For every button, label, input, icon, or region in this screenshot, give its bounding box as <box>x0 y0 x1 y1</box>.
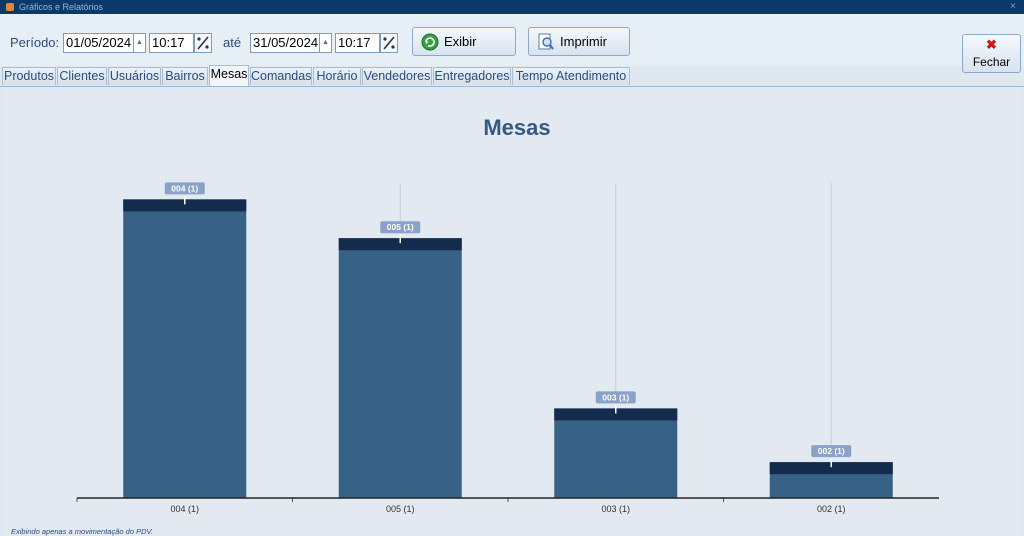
end-time-clock-icon[interactable] <box>380 33 398 53</box>
tab-mesas[interactable]: Mesas <box>209 65 249 86</box>
data-label: 002 (1) <box>818 446 845 456</box>
tab-bairros[interactable]: Bairros <box>162 67 208 85</box>
bar <box>554 408 678 498</box>
start-time-field[interactable]: 10:17 <box>149 33 194 53</box>
periodo-label: Período: <box>10 35 60 50</box>
x-tick-label: 002 (1) <box>817 504 846 514</box>
x-tick-label: 005 (1) <box>386 504 415 514</box>
imprimir-label: Imprimir <box>560 34 607 49</box>
print-preview-icon <box>537 33 555 51</box>
tab-clientes[interactable]: Clientes <box>57 67 107 85</box>
tab-entregadores[interactable]: Entregadores <box>433 67 511 85</box>
ate-label: até <box>223 35 242 50</box>
start-time-clock-icon[interactable] <box>194 33 212 53</box>
tab-tempo-atendimento[interactable]: Tempo Atendimento <box>512 67 630 85</box>
x-tick-label: 003 (1) <box>601 504 630 514</box>
footer-note: Exibindo apenas a movimentação do PDV. <box>11 527 154 536</box>
toolbar: Período: 01/05/2024 ▲ 10:17 até 31/05/20… <box>0 14 1024 73</box>
window-titlebar: Gráficos e Relatórios × <box>0 0 1024 14</box>
imprimir-button[interactable]: Imprimir <box>528 27 630 56</box>
data-label: 005 (1) <box>387 222 414 232</box>
window-title: Gráficos e Relatórios <box>19 2 104 12</box>
end-date-spinner[interactable]: ▲ <box>320 33 332 53</box>
tab-usuarios[interactable]: Usuários <box>108 67 161 85</box>
exibir-button[interactable]: Exibir <box>412 27 516 56</box>
start-date-field[interactable]: 01/05/2024 <box>63 33 134 53</box>
data-label: 004 (1) <box>171 183 198 193</box>
close-icon: ✖ <box>986 37 997 52</box>
tab-horario[interactable]: Horário <box>313 67 361 85</box>
app-icon <box>6 3 14 11</box>
chart-title: Mesas <box>483 115 550 140</box>
refresh-icon <box>421 33 439 51</box>
bar <box>123 199 247 498</box>
end-date-field[interactable]: 31/05/2024 <box>250 33 320 53</box>
start-date-spinner[interactable]: ▲ <box>134 33 146 53</box>
data-label: 003 (1) <box>602 392 629 402</box>
tab-comandas[interactable]: Comandas <box>250 67 312 85</box>
tab-vendedores[interactable]: Vendedores <box>362 67 432 85</box>
chart-panel: Mesas 004 (1) 004 (1) 005 (1) 005 (1) 003 (1)… <box>2 87 1022 535</box>
tab-produtos[interactable]: Produtos <box>2 67 56 85</box>
bar <box>338 238 462 498</box>
end-time-field[interactable]: 10:17 <box>335 33 380 53</box>
exibir-label: Exibir <box>444 34 477 49</box>
window-close-icon[interactable]: × <box>1010 0 1016 14</box>
bar-chart: Mesas 004 (1) 004 (1) 005 (1) 005 (1) 003 (1)… <box>76 115 939 514</box>
x-tick-label: 004 (1) <box>170 504 199 514</box>
tab-strip: Produtos Clientes Usuários Bairros Mesas… <box>0 65 1024 87</box>
